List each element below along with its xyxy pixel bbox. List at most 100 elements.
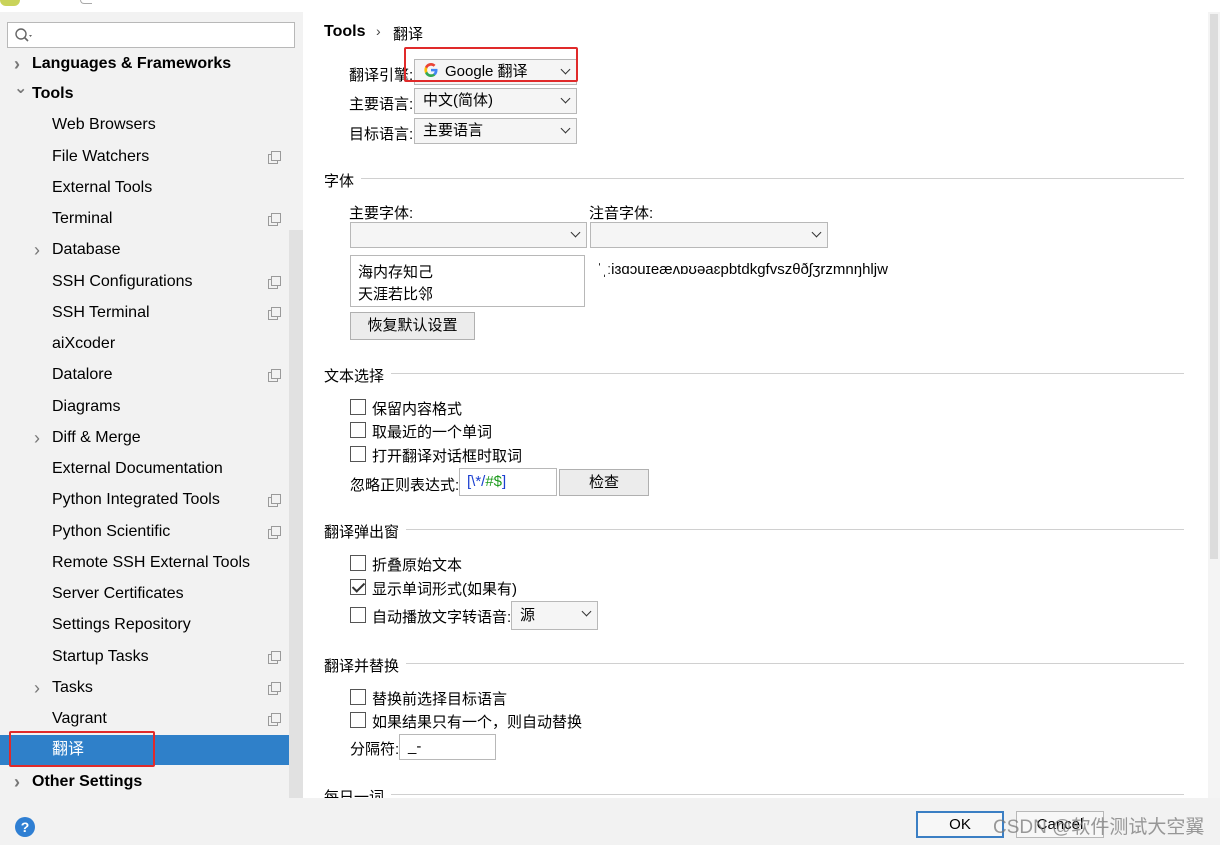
sidebar-item-python-integrated-tools[interactable]: Python Integrated Tools	[0, 485, 289, 515]
chevron-right-icon[interactable]: ›	[34, 673, 46, 703]
chevron-right-icon[interactable]: ›	[34, 423, 46, 453]
sidebar-item-label: Diff & Merge	[52, 429, 141, 446]
chevron-down-icon	[561, 97, 570, 106]
sidebar-item-diff-merge[interactable]: › Diff & Merge	[0, 423, 289, 453]
phonetic-font-select[interactable]	[590, 222, 828, 248]
project-scope-icon	[268, 651, 281, 664]
regex-part-brackets: [\*/	[467, 473, 486, 490]
sidebar-item-label: Datalore	[52, 366, 113, 383]
sidebar-item-tools[interactable]: ⌄ Tools	[0, 79, 289, 109]
fold-original-checkbox[interactable]	[350, 555, 366, 571]
sidebar-item-vagrant[interactable]: Vagrant	[0, 704, 289, 734]
sidebar-item-label: Python Scientific	[52, 523, 171, 540]
sidebar-item-label: Languages & Frameworks	[32, 55, 232, 72]
primary-font-select[interactable]	[350, 222, 587, 248]
sidebar-item-translate[interactable]: 翻译	[0, 735, 303, 765]
sidebar-item-label: Startup Tasks	[52, 648, 149, 665]
font-preview-box: 海内存知己 天涯若比邻	[350, 255, 585, 307]
tts-source-value: 源	[520, 607, 536, 624]
engine-select[interactable]: Google 翻译	[414, 59, 577, 85]
sidebar-item-label: Server Certificates	[52, 585, 184, 602]
sidebar-item-datalore[interactable]: Datalore	[0, 360, 289, 390]
sidebar-scrollbar[interactable]	[289, 230, 303, 798]
sidebar-item-file-watchers[interactable]: File Watchers	[0, 142, 289, 172]
sidebar-item-diagrams[interactable]: Diagrams	[0, 392, 289, 422]
sidebar-item-label: Settings Repository	[52, 616, 191, 633]
ignore-regex-label: 忽略正则表达式:	[350, 477, 460, 494]
regex-part-chars: #$	[485, 473, 503, 490]
project-scope-icon	[268, 213, 281, 226]
sidebar-item-aixcoder[interactable]: aiXcoder	[0, 329, 289, 359]
select-target-label: 替换前选择目标语言	[372, 691, 508, 708]
regex-part-close: ]	[502, 473, 507, 490]
dialog-open-checkbox[interactable]	[350, 446, 366, 462]
font-preview-line2: 天涯若比邻	[358, 286, 434, 303]
sidebar-item-label: Diagrams	[52, 398, 121, 415]
breadcrumb-parent[interactable]: Tools	[324, 23, 365, 41]
settings-content: Tools › 翻译 翻译引擎: Google 翻译 主要语言: 中文(简体) …	[303, 12, 1208, 798]
show-word-forms-checkbox[interactable]	[350, 579, 366, 595]
sidebar-item-server-certificates[interactable]: Server Certificates	[0, 579, 289, 609]
chevron-right-icon[interactable]: ›	[14, 767, 26, 797]
section-divider	[391, 373, 1184, 374]
project-scope-icon	[268, 151, 281, 164]
sidebar-item-python-scientific[interactable]: Python Scientific	[0, 517, 289, 547]
sidebar-item-terminal[interactable]: Terminal	[0, 204, 289, 234]
dialog-footer: ? OK Cancel CSDN @软件测试大空翼	[0, 798, 1220, 845]
sidebar-item-database[interactable]: › Database	[0, 235, 289, 265]
project-scope-icon	[268, 276, 281, 289]
target-language-select[interactable]: 主要语言	[414, 118, 577, 144]
google-icon	[424, 63, 438, 77]
project-scope-icon	[268, 307, 281, 320]
content-scrollbar-thumb[interactable]	[1210, 14, 1218, 559]
sidebar-item-other-settings[interactable]: › Other Settings	[0, 767, 289, 797]
tts-source-select[interactable]: 源	[511, 601, 598, 630]
nearest-word-checkbox[interactable]	[350, 422, 366, 438]
content-scrollbar[interactable]	[1208, 12, 1220, 798]
search-icon	[15, 28, 32, 42]
check-regex-button[interactable]: 检查	[559, 469, 649, 496]
chevron-right-icon[interactable]: ›	[34, 235, 46, 265]
sidebar-item-label: Tools	[32, 85, 74, 102]
separator-input[interactable]: _-	[399, 734, 496, 760]
sidebar-item-startup-tasks[interactable]: Startup Tasks	[0, 642, 289, 672]
sidebar-item-tasks[interactable]: › Tasks	[0, 673, 289, 703]
project-scope-icon	[268, 682, 281, 695]
project-scope-icon	[268, 369, 281, 382]
keep-format-checkbox[interactable]	[350, 399, 366, 415]
chevron-down-icon[interactable]: ⌄	[14, 74, 27, 104]
phonetic-font-label: 注音字体:	[589, 205, 654, 222]
select-target-checkbox[interactable]	[350, 689, 366, 705]
auto-tts-checkbox[interactable]	[350, 607, 366, 623]
auto-replace-checkbox[interactable]	[350, 712, 366, 728]
chevron-down-icon	[571, 231, 580, 240]
sidebar-item-ssh-configurations[interactable]: SSH Configurations	[0, 267, 289, 297]
sidebar-item-external-tools[interactable]: External Tools	[0, 173, 289, 203]
reset-font-button[interactable]: 恢复默认设置	[350, 312, 475, 340]
sidebar-item-label: Database	[52, 241, 121, 258]
sidebar-item-external-documentation[interactable]: External Documentation	[0, 454, 289, 484]
section-divider	[406, 663, 1184, 664]
sidebar-item-label: Web Browsers	[52, 116, 156, 133]
sidebar-item-remote-ssh-external-tools[interactable]: Remote SSH External Tools	[0, 548, 289, 578]
nearest-word-label: 取最近的一个单词	[372, 424, 493, 441]
title-fragment	[80, 0, 92, 4]
watermark-text: CSDN @软件测试大空翼	[993, 817, 1205, 838]
ok-button[interactable]: OK	[916, 811, 1004, 838]
ignore-regex-input[interactable]: [\*/#$]	[459, 468, 557, 496]
phonetic-preview: ˈˌːiɜɑɔuɪeæʌɒʊəaɛpbtdkgfvszθðʃʒrzmnŋhljw	[597, 261, 888, 278]
primary-language-select[interactable]: 中文(简体)	[414, 88, 577, 114]
sidebar-item-ssh-terminal[interactable]: SSH Terminal	[0, 298, 289, 328]
primary-language-value: 中文(简体)	[423, 92, 493, 109]
settings-search-input[interactable]	[7, 22, 295, 48]
sidebar-item-label: SSH Configurations	[52, 273, 193, 290]
separator-value: _-	[408, 738, 422, 755]
sidebar-item-label: SSH Terminal	[52, 304, 150, 321]
sidebar-item-languages-frameworks[interactable]: › Languages & Frameworks	[0, 49, 289, 79]
sidebar-item-web-browsers[interactable]: Web Browsers	[0, 110, 289, 140]
section-divider	[406, 529, 1184, 530]
section-text-selection-title: 文本选择	[324, 368, 385, 385]
sidebar-item-settings-repository[interactable]: Settings Repository	[0, 610, 289, 640]
primary-font-label: 主要字体:	[349, 205, 414, 222]
help-icon[interactable]: ?	[15, 817, 35, 837]
